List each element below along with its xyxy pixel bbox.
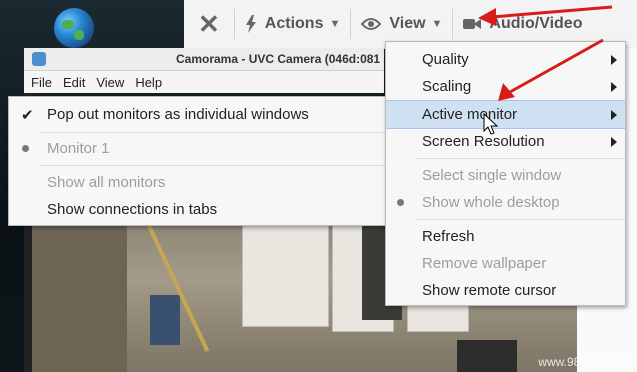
watermark: www.989214.com bbox=[538, 355, 633, 369]
red-arrow-icon bbox=[498, 38, 604, 101]
red-arrow-icon bbox=[478, 5, 613, 26]
annotation-arrows bbox=[478, 5, 613, 101]
